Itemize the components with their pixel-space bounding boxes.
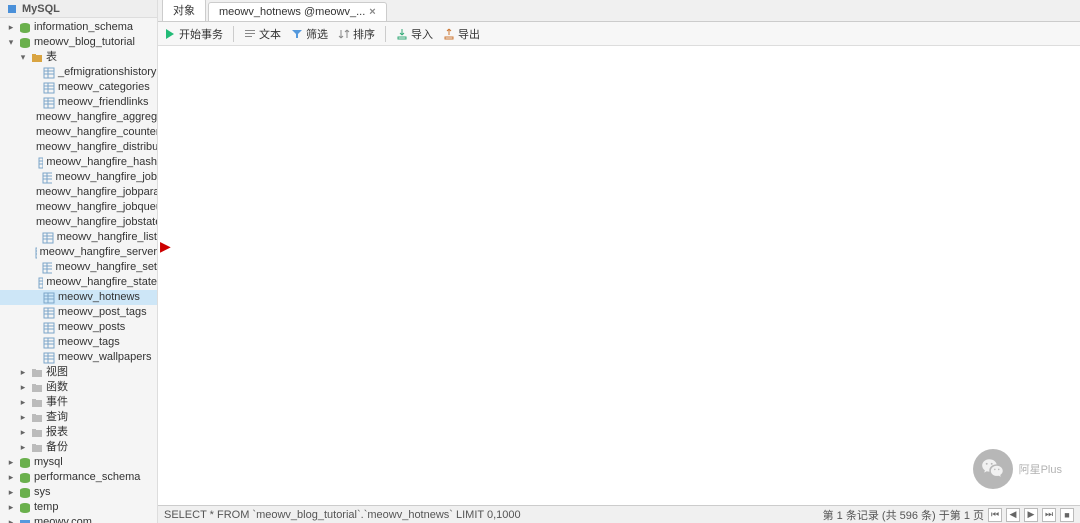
tab-label: 对象 — [173, 2, 195, 18]
db-node[interactable]: ▾meowv_blog_tutorial — [0, 35, 157, 50]
section-folder[interactable]: ▸备份 — [0, 440, 157, 455]
filter-icon — [291, 28, 303, 40]
table-node[interactable]: meowv_hangfire_hash — [0, 155, 157, 170]
db-node[interactable]: ▸mysql — [0, 455, 157, 470]
table-node[interactable]: meowv_hangfire_list — [0, 230, 157, 245]
table-node[interactable]: meowv_posts — [0, 320, 157, 335]
record-info: 第 1 条记录 (共 596 条) 于第 1 页 — [823, 507, 984, 523]
filter-button[interactable]: 筛选 — [291, 26, 328, 42]
page-next-button[interactable]: ▶ — [1024, 508, 1038, 522]
text-icon — [244, 28, 256, 40]
table-node[interactable]: meowv_hangfire_counter — [0, 125, 157, 140]
table-node[interactable]: meowv_hangfire_aggregatedcount — [0, 110, 157, 125]
tab-label: meowv_hotnews @meowv_... — [219, 6, 365, 18]
status-query: SELECT * FROM `meowv_blog_tutorial`.`meo… — [164, 509, 521, 521]
table-node[interactable]: meowv_friendlinks — [0, 95, 157, 110]
editor-tabs: 对象 meowv_hotnews @meowv_... × — [158, 0, 1080, 22]
db-node[interactable]: ▸performance_schema — [0, 470, 157, 485]
page-first-button[interactable]: ⏮ — [988, 508, 1002, 522]
close-icon[interactable]: × — [369, 6, 375, 18]
server-node[interactable]: ▸meowv.com — [0, 515, 157, 523]
sort-button[interactable]: 排序 — [338, 26, 375, 42]
play-icon — [164, 28, 176, 40]
table-node[interactable]: meowv_tags — [0, 335, 157, 350]
tree-root-mysql[interactable]: MySQL — [0, 0, 157, 18]
table-node[interactable]: meowv_hangfire_distributedlock — [0, 140, 157, 155]
page-prev-button[interactable]: ◀ — [1006, 508, 1020, 522]
page-stop-button[interactable]: ■ — [1060, 508, 1074, 522]
status-bar: SELECT * FROM `meowv_blog_tutorial`.`meo… — [158, 505, 1080, 523]
section-folder[interactable]: ▸查询 — [0, 410, 157, 425]
data-grid-scroll[interactable] — [158, 46, 1080, 505]
sort-icon — [338, 28, 350, 40]
table-node[interactable]: meowv_hangfire_job — [0, 170, 157, 185]
section-folder[interactable]: ▸视图 — [0, 365, 157, 380]
connection-tree: MySQL ▸information_schema▾meowv_blog_tut… — [0, 0, 158, 523]
db-node[interactable]: ▸information_schema — [0, 20, 157, 35]
start-transaction-button[interactable]: 开始事务 — [164, 26, 223, 42]
db-node[interactable]: ▸sys — [0, 485, 157, 500]
export-icon — [443, 28, 455, 40]
import-icon — [396, 28, 408, 40]
section-folder[interactable]: ▸事件 — [0, 395, 157, 410]
table-node[interactable]: meowv_post_tags — [0, 305, 157, 320]
table-node[interactable]: meowv_hangfire_state — [0, 275, 157, 290]
table-node[interactable]: meowv_hangfire_jobparameter — [0, 185, 157, 200]
section-folder[interactable]: ▸报表 — [0, 425, 157, 440]
table-node[interactable]: meowv_hangfire_server — [0, 245, 157, 260]
editor-tab[interactable]: meowv_hotnews @meowv_... × — [208, 2, 387, 21]
text-view-button[interactable]: 文本 — [244, 26, 281, 42]
database-server-icon — [6, 3, 18, 15]
page-last-button[interactable]: ⏭ — [1042, 508, 1056, 522]
import-button[interactable]: 导入 — [396, 26, 433, 42]
db-node[interactable]: ▸temp — [0, 500, 157, 515]
table-node[interactable]: meowv_hotnews — [0, 290, 157, 305]
section-folder[interactable]: ▸函数 — [0, 380, 157, 395]
export-button[interactable]: 导出 — [443, 26, 480, 42]
table-node[interactable]: _efmigrationshistory — [0, 65, 157, 80]
table-node[interactable]: meowv_wallpapers — [0, 350, 157, 365]
tree-root-label: MySQL — [22, 3, 60, 15]
table-node[interactable]: meowv_hangfire_set — [0, 260, 157, 275]
toolbar: 开始事务 文本 筛选 排序 导入 导出 — [158, 22, 1080, 46]
pager: 第 1 条记录 (共 596 条) 于第 1 页 ⏮ ◀ ▶ ⏭ ■ — [823, 507, 1074, 523]
editor-tab[interactable]: 对象 — [162, 0, 206, 21]
tables-folder[interactable]: ▾表 — [0, 50, 157, 65]
table-node[interactable]: meowv_hangfire_jobqueue — [0, 200, 157, 215]
table-node[interactable]: meowv_hangfire_jobstate — [0, 215, 157, 230]
table-node[interactable]: meowv_categories — [0, 80, 157, 95]
